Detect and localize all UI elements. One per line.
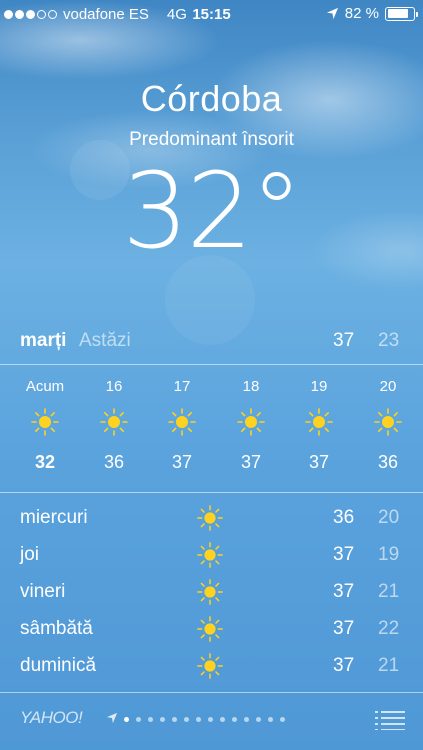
hour-temp: 32 (34, 452, 56, 472)
hour-temp: 37 (171, 452, 193, 472)
sun-icon (88, 404, 140, 440)
forecast-high: 37 (333, 655, 355, 676)
page-dot (268, 717, 273, 722)
page-dot (220, 717, 225, 722)
sun-icon (197, 653, 223, 679)
forecast-high: 37 (333, 618, 355, 639)
page-dot (244, 717, 249, 722)
hour-temp: 36 (377, 452, 399, 472)
page-dot (172, 717, 177, 722)
hourly-forecast[interactable]: Acum 32 16 36 17 37 18 37 19 37 20 36 (0, 366, 423, 492)
hour-label: 16 (105, 378, 123, 395)
forecast-day: miercuri (20, 507, 88, 528)
hour-temp: 37 (308, 452, 330, 472)
divider (0, 364, 423, 365)
forecast-row: joi 37 19 (0, 537, 423, 574)
forecast-low: 21 (378, 581, 400, 602)
page-dot (160, 717, 165, 722)
page-dot (184, 717, 189, 722)
status-bar: vodafone ES 4G 15:15 82 % (0, 0, 423, 30)
page-dot (256, 717, 261, 722)
forecast-day: vineri (20, 581, 66, 602)
battery-icon (385, 6, 418, 21)
hourly-item: Acum 32 (19, 366, 71, 473)
forecast-row: duminică 37 21 (0, 648, 423, 685)
bottom-bar: YAHOO! (0, 700, 423, 750)
forecast-low: 19 (378, 544, 400, 565)
weather-condition: Predominant însorit (129, 129, 294, 150)
hourly-item: 16 36 (88, 366, 140, 473)
hourly-item: 19 37 (293, 366, 345, 473)
forecast-high: 37 (333, 544, 355, 565)
list-icon[interactable] (375, 710, 405, 730)
city-name: Córdoba (140, 78, 283, 119)
sun-icon (362, 404, 414, 440)
hour-label: 19 (310, 378, 328, 395)
page-dot (136, 717, 141, 722)
page-dot (196, 717, 201, 722)
forecast-high: 37 (333, 581, 355, 602)
hour-label: Acum (25, 378, 65, 395)
forecast-day: joi (20, 544, 40, 565)
page-dot (148, 717, 153, 722)
forecast-low: 21 (378, 655, 400, 676)
hourly-item: 18 37 (225, 366, 277, 473)
page-indicator[interactable] (124, 717, 285, 722)
daily-forecast[interactable]: miercuri 36 20 joi 37 19 vineri 37 21 sâ… (0, 500, 423, 685)
forecast-low: 20 (378, 507, 400, 528)
page-dot (124, 717, 129, 722)
sun-icon (225, 404, 277, 440)
forecast-row: sâmbătă 37 22 (0, 611, 423, 648)
hour-label: 18 (242, 378, 260, 395)
yahoo-logo[interactable]: YAHOO! (20, 708, 83, 728)
battery-percent: 82 % (344, 5, 379, 22)
forecast-day: sâmbătă (20, 618, 93, 639)
hour-temp: 36 (103, 452, 125, 472)
today-high: 37 (333, 330, 355, 351)
sun-icon (197, 579, 223, 605)
forecast-low: 22 (378, 618, 400, 639)
page-dot (280, 717, 285, 722)
sun-icon (197, 616, 223, 642)
today-row: marți Astăzi 37 23 (0, 326, 423, 356)
sun-icon (197, 505, 223, 531)
forecast-high: 36 (333, 507, 355, 528)
divider (0, 692, 423, 693)
forecast-day: duminică (20, 655, 97, 676)
hour-temp: 37 (240, 452, 262, 472)
current-temperature: 32° (122, 150, 302, 272)
location-arrow-icon (106, 712, 118, 724)
hour-label: 17 (173, 378, 191, 395)
today-label: Astăzi (79, 330, 131, 351)
hourly-item: 20 36 (362, 366, 414, 473)
forecast-row: miercuri 36 20 (0, 500, 423, 537)
location-arrow-icon (326, 7, 338, 20)
sun-icon (156, 404, 208, 440)
sun-icon (19, 404, 71, 440)
sun-icon (197, 542, 223, 568)
today-day: marți (20, 330, 67, 351)
sun-icon (293, 404, 345, 440)
forecast-row: vineri 37 21 (0, 574, 423, 611)
hourly-item: 17 37 (156, 366, 208, 473)
hour-label: 20 (379, 378, 397, 395)
page-dot (232, 717, 237, 722)
today-low: 23 (378, 330, 400, 351)
page-dot (208, 717, 213, 722)
divider (0, 492, 423, 493)
